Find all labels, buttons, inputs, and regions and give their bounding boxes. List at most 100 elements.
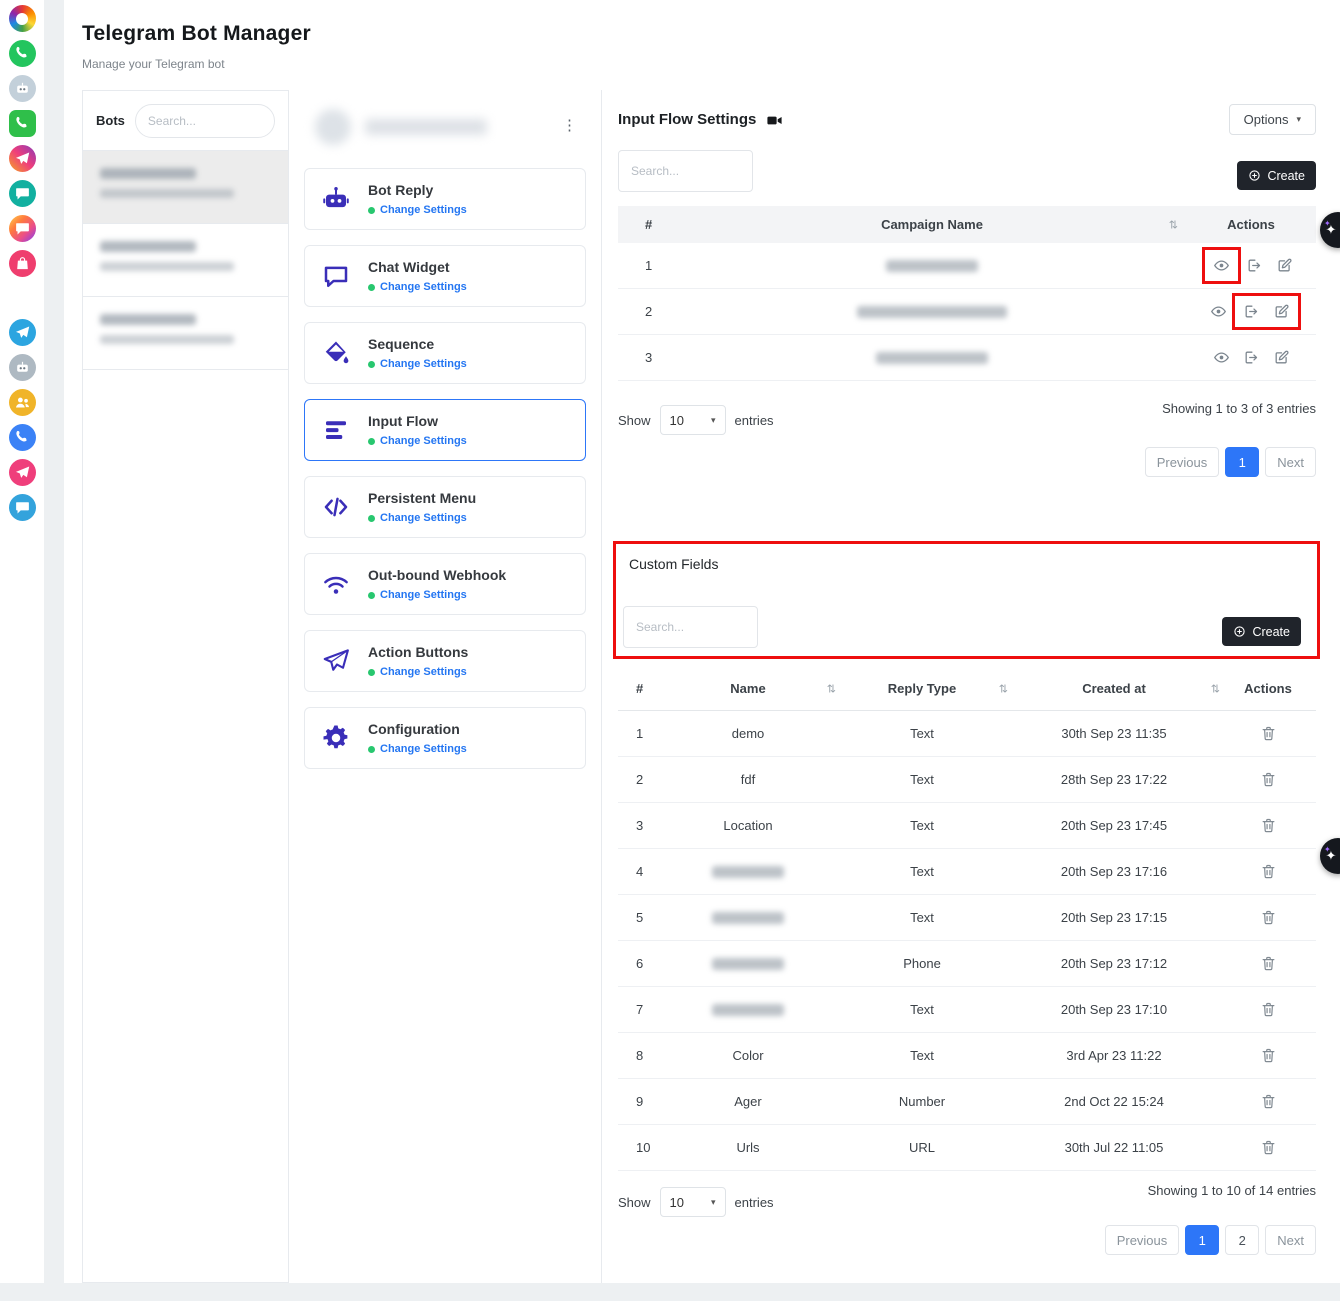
settings-card-persistent-menu[interactable]: Persistent Menu Change Settings [304,476,586,538]
kebab-menu-icon[interactable]: ⋮ [562,116,577,134]
whatsapp-icon[interactable] [9,40,36,67]
blurred-bot-name [100,168,196,179]
column-header-created-at[interactable]: Created at⇅ [1008,681,1220,696]
column-header-actions: Actions [1186,217,1316,232]
page-subtitle: Manage your Telegram bot [82,57,311,71]
edit-icon[interactable] [1276,257,1293,274]
blurred-bot-name [100,241,196,252]
delete-icon[interactable] [1260,909,1277,926]
bot-assistant-icon[interactable] [9,75,36,102]
delete-icon[interactable] [1260,817,1277,834]
video-camera-icon [766,110,783,129]
edit-icon[interactable] [1273,349,1290,366]
page-button-1[interactable]: 1 [1185,1225,1219,1255]
sort-icon[interactable]: ⇅ [1211,682,1220,695]
bot-list-item[interactable] [83,151,288,224]
input-flow-title: Input Flow Settings [618,111,756,128]
per-page-select[interactable]: 10 ▾ [660,405,726,435]
previous-button[interactable]: Previous [1105,1225,1180,1255]
field-created-at: 20th Sep 23 17:16 [1008,864,1220,879]
telegram-icon[interactable] [9,319,36,346]
contacts-icon[interactable] [9,424,36,451]
delete-icon[interactable] [1260,955,1277,972]
sort-icon[interactable]: ⇅ [999,682,1008,695]
export-icon[interactable] [1246,257,1263,274]
change-settings-link[interactable]: Change Settings [368,743,467,755]
field-name: Ager [734,1094,761,1109]
column-header-name[interactable]: Name⇅ [660,681,836,696]
field-reply-type: Number [836,1094,1008,1109]
shop-bag-icon[interactable] [9,250,36,277]
selected-bot-header: ⋮ [305,96,585,158]
view-icon[interactable] [1210,303,1227,320]
change-settings-link[interactable]: Change Settings [368,512,476,524]
chat-blue-icon[interactable] [9,494,36,521]
custom-field-row: 1 demo Text 30th Sep 23 11:35 [618,711,1316,757]
field-created-at: 20th Sep 23 17:45 [1008,818,1220,833]
delete-icon[interactable] [1260,1093,1277,1110]
change-settings-link[interactable]: Change Settings [368,589,506,601]
custom-fields-search-input[interactable] [623,606,758,648]
next-button[interactable]: Next [1265,447,1316,477]
create-campaign-button[interactable]: Create [1237,161,1316,190]
edit-icon[interactable] [1273,303,1290,320]
chat-lines-icon[interactable] [9,180,36,207]
bot-list-item[interactable] [83,224,288,297]
telegram-pink-icon[interactable] [9,459,36,486]
custom-field-row: 7 Text 20th Sep 23 17:10 [618,987,1316,1033]
bots-search-input[interactable] [135,104,275,138]
whatsapp-business-icon[interactable] [9,110,36,137]
field-created-at: 30th Jul 22 11:05 [1008,1140,1220,1155]
settings-card-out-bound-webhook[interactable]: Out-bound Webhook Change Settings [304,553,586,615]
telegram-gradient-icon[interactable] [9,145,36,172]
create-custom-field-button[interactable]: Create [1222,617,1301,646]
settings-card-action-buttons[interactable]: Action Buttons Change Settings [304,630,586,692]
change-settings-link[interactable]: Change Settings [368,435,467,447]
export-icon[interactable] [1243,303,1260,320]
delete-icon[interactable] [1260,725,1277,742]
settings-card-bot-reply[interactable]: Bot Reply Change Settings [304,168,586,230]
row-number: 1 [618,726,660,741]
bot-list-item[interactable] [83,297,288,370]
settings-card-title: Persistent Menu [368,490,476,506]
bots-panel-header: Bots [83,91,288,151]
options-button[interactable]: Options ▾ [1229,104,1316,135]
view-icon[interactable] [1213,257,1230,274]
column-header-campaign-name[interactable]: Campaign Name⇅ [678,217,1186,232]
page-button-2[interactable]: 2 [1225,1225,1259,1255]
page-button-1[interactable]: 1 [1225,447,1259,477]
delete-icon[interactable] [1260,863,1277,880]
column-header-reply-type[interactable]: Reply Type⇅ [836,681,1008,696]
campaign-search-input[interactable] [618,150,753,192]
view-icon[interactable] [1213,349,1230,366]
next-button[interactable]: Next [1265,1225,1316,1255]
app-logo-icon[interactable] [9,5,36,32]
delete-icon[interactable] [1260,1139,1277,1156]
app-rail [0,0,44,1283]
content-panel: Input Flow Settings Options ▾ Create # C… [602,90,1340,1283]
page-title: Telegram Bot Manager [82,22,311,46]
settings-card-input-flow[interactable]: Input Flow Change Settings [304,399,586,461]
export-icon[interactable] [1243,349,1260,366]
settings-card-title: Configuration [368,721,467,737]
field-created-at: 3rd Apr 23 11:22 [1008,1048,1220,1063]
delete-icon[interactable] [1260,771,1277,788]
previous-button[interactable]: Previous [1145,447,1220,477]
members-icon[interactable] [9,389,36,416]
change-settings-link[interactable]: Change Settings [368,281,467,293]
sequence-icon [320,337,352,369]
delete-icon[interactable] [1260,1047,1277,1064]
per-page-select[interactable]: 10 ▾ [660,1187,726,1217]
change-settings-link[interactable]: Change Settings [368,358,467,370]
messenger-gradient-icon[interactable] [9,215,36,242]
bot-gray-icon[interactable] [9,354,36,381]
delete-icon[interactable] [1260,1001,1277,1018]
change-settings-link[interactable]: Change Settings [368,204,467,216]
sort-icon[interactable]: ⇅ [1169,218,1178,231]
campaign-table-body: 1 2 3 [618,243,1316,381]
settings-card-sequence[interactable]: Sequence Change Settings [304,322,586,384]
sort-icon[interactable]: ⇅ [827,682,836,695]
change-settings-link[interactable]: Change Settings [368,666,468,678]
settings-card-chat-widget[interactable]: Chat Widget Change Settings [304,245,586,307]
settings-card-configuration[interactable]: Configuration Change Settings [304,707,586,769]
